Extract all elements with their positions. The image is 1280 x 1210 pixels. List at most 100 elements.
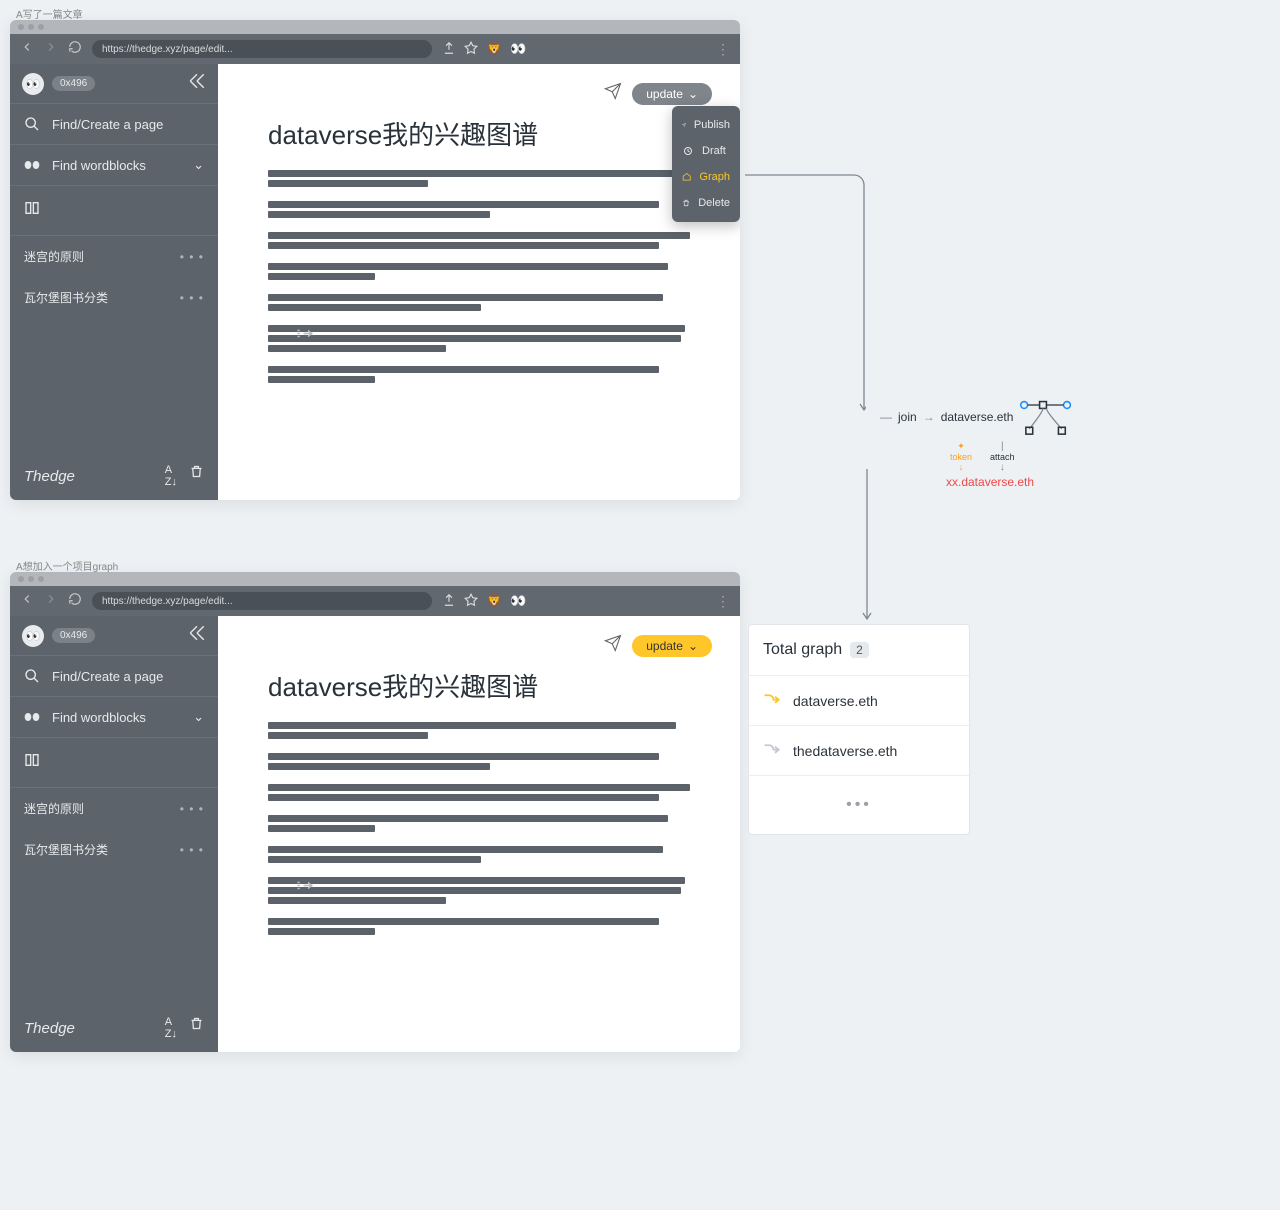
brand-label: Thedge bbox=[24, 1020, 75, 1037]
caption-2: A想加入一个项目graph bbox=[16, 558, 118, 573]
reload-icon[interactable] bbox=[68, 40, 82, 59]
find-wordblocks[interactable]: Find wordblocks ⌄ bbox=[10, 696, 218, 738]
update-button[interactable]: update ⌄ bbox=[632, 635, 712, 657]
avatar[interactable]: 👀 bbox=[22, 73, 44, 95]
item-menu-icon[interactable]: • • • bbox=[180, 802, 204, 816]
update-label: update bbox=[646, 639, 683, 653]
collapse-sidebar-icon[interactable] bbox=[188, 624, 206, 647]
url-field[interactable]: https://thedge.xyz/page/edit... bbox=[92, 40, 432, 58]
find-wordblocks[interactable]: Find wordblocks ⌄ bbox=[10, 144, 218, 186]
sidebar-item-label: 瓦尔堡图书分类 bbox=[24, 841, 108, 858]
sidebar-item-label: 迷宫的原则 bbox=[24, 248, 84, 265]
graph-item-label: dataverse.eth bbox=[793, 693, 878, 709]
profile-emoji[interactable]: 🦁 bbox=[486, 41, 502, 57]
graph-item-1[interactable]: thedataverse.eth bbox=[749, 726, 969, 776]
star-icon[interactable] bbox=[464, 41, 478, 58]
chevron-down-icon: ⌄ bbox=[193, 157, 204, 173]
sort-icon[interactable]: AZ↓ bbox=[165, 464, 177, 488]
collapse-sidebar-icon[interactable] bbox=[188, 72, 206, 95]
send-icon[interactable] bbox=[604, 82, 622, 105]
insertion-marker-icon[interactable] bbox=[296, 327, 314, 339]
flow-arrow-1 bbox=[744, 174, 866, 420]
reload-icon[interactable] bbox=[68, 592, 82, 611]
trash-icon[interactable] bbox=[189, 464, 204, 488]
panel-more[interactable]: ••• bbox=[749, 776, 969, 834]
sidebar-item-label: 瓦尔堡图书分类 bbox=[24, 289, 108, 306]
overflow-icon[interactable]: ⋮ bbox=[716, 593, 730, 610]
trash-icon[interactable] bbox=[189, 1016, 204, 1040]
send-icon[interactable] bbox=[604, 634, 622, 657]
eyes-emoji: 👀 bbox=[510, 593, 526, 609]
node-graph-icon bbox=[1019, 395, 1079, 439]
find-create-page[interactable]: Find/Create a page bbox=[10, 104, 218, 144]
wallet-badge[interactable]: 0x496 bbox=[52, 628, 95, 643]
content-blocks bbox=[268, 170, 712, 383]
graph-item-0[interactable]: dataverse.eth bbox=[749, 676, 969, 726]
browser-window-2: https://thedge.xyz/page/edit... 🦁 👀 ⋮ 👀 … bbox=[10, 572, 740, 1052]
library-icon[interactable] bbox=[10, 738, 218, 788]
content-blocks bbox=[268, 722, 712, 935]
eyes-emoji: 👀 bbox=[510, 41, 526, 57]
update-label: update bbox=[646, 87, 683, 101]
flow-arrow-2 bbox=[852, 468, 882, 626]
sidebar-item-0[interactable]: 迷宫的原则 • • • bbox=[10, 236, 218, 277]
menu-publish[interactable]: Publish bbox=[672, 112, 740, 138]
update-button[interactable]: update ⌄ bbox=[632, 83, 712, 105]
editor-main: update ⌄ dataverse我的兴趣图谱 bbox=[218, 616, 740, 1052]
menu-graph[interactable]: Graph bbox=[672, 164, 740, 190]
sidebar-item-1[interactable]: 瓦尔堡图书分类 • • • bbox=[10, 277, 218, 318]
url-field[interactable]: https://thedge.xyz/page/edit... bbox=[92, 592, 432, 610]
forward-icon[interactable] bbox=[44, 592, 58, 611]
insertion-marker-icon[interactable] bbox=[296, 879, 314, 891]
profile-emoji[interactable]: 🦁 bbox=[486, 593, 502, 609]
brand-label: Thedge bbox=[24, 468, 75, 485]
graph-item-label: thedataverse.eth bbox=[793, 743, 897, 759]
forward-icon[interactable] bbox=[44, 40, 58, 59]
menu-publish-label: Publish bbox=[694, 119, 730, 131]
sidebar: 👀 0x496 Find/Create a page Find wordbloc… bbox=[10, 64, 218, 500]
page-title: dataverse我的兴趣图谱 bbox=[268, 115, 712, 152]
subdomain-label: xx.dataverse.eth bbox=[946, 475, 1130, 489]
find-wordblocks-label: Find wordblocks bbox=[52, 158, 146, 173]
share-icon[interactable] bbox=[442, 593, 456, 610]
wallet-badge[interactable]: 0x496 bbox=[52, 76, 95, 91]
avatar[interactable]: 👀 bbox=[22, 625, 44, 647]
menu-draft-label: Draft bbox=[702, 145, 726, 157]
share-icon[interactable] bbox=[442, 41, 456, 58]
sort-icon[interactable]: AZ↓ bbox=[165, 1016, 177, 1040]
graph-diagram: — join → dataverse.eth ✦ token ↓ | attac… bbox=[880, 395, 1130, 470]
token-label: ✦ bbox=[950, 441, 972, 452]
find-create-label: Find/Create a page bbox=[52, 117, 163, 132]
traffic-lights[interactable] bbox=[18, 24, 44, 30]
item-menu-icon[interactable]: • • • bbox=[180, 843, 204, 857]
caption-1: A写了一篇文章 bbox=[16, 6, 83, 21]
menu-delete[interactable]: Delete bbox=[672, 190, 740, 216]
back-icon[interactable] bbox=[20, 40, 34, 59]
attach-label: attach bbox=[990, 452, 1015, 462]
sidebar-item-0[interactable]: 迷宫的原则 • • • bbox=[10, 788, 218, 829]
node-label: dataverse.eth bbox=[941, 410, 1014, 424]
sidebar-item-label: 迷宫的原则 bbox=[24, 800, 84, 817]
url-bar: https://thedge.xyz/page/edit... 🦁 👀 ⋮ bbox=[10, 34, 740, 64]
traffic-lights[interactable] bbox=[18, 576, 44, 582]
sidebar: 👀 0x496 Find/Create a page Find wordbloc… bbox=[10, 616, 218, 1052]
sidebar-item-1[interactable]: 瓦尔堡图书分类 • • • bbox=[10, 829, 218, 870]
menu-draft[interactable]: Draft bbox=[672, 138, 740, 164]
item-menu-icon[interactable]: • • • bbox=[180, 250, 204, 264]
menu-delete-label: Delete bbox=[698, 197, 730, 209]
overflow-icon[interactable]: ⋮ bbox=[716, 41, 730, 58]
library-icon[interactable] bbox=[10, 186, 218, 236]
back-icon[interactable] bbox=[20, 592, 34, 611]
find-create-page[interactable]: Find/Create a page bbox=[10, 656, 218, 696]
chevron-down-icon: ⌄ bbox=[193, 709, 204, 725]
browser-window-1: https://thedge.xyz/page/edit... 🦁 👀 ⋮ 👀 … bbox=[10, 20, 740, 500]
join-arrow-icon bbox=[763, 742, 781, 759]
update-dropdown: Publish Draft Graph Delete bbox=[672, 106, 740, 222]
chevron-down-icon: ⌄ bbox=[688, 87, 698, 101]
panel-title: Total graph bbox=[763, 641, 842, 659]
total-graph-panel: Total graph 2 dataverse.eth thedataverse… bbox=[748, 624, 970, 835]
star-icon[interactable] bbox=[464, 593, 478, 610]
item-menu-icon[interactable]: • • • bbox=[180, 291, 204, 305]
find-create-label: Find/Create a page bbox=[52, 669, 163, 684]
page-title: dataverse我的兴趣图谱 bbox=[268, 667, 712, 704]
